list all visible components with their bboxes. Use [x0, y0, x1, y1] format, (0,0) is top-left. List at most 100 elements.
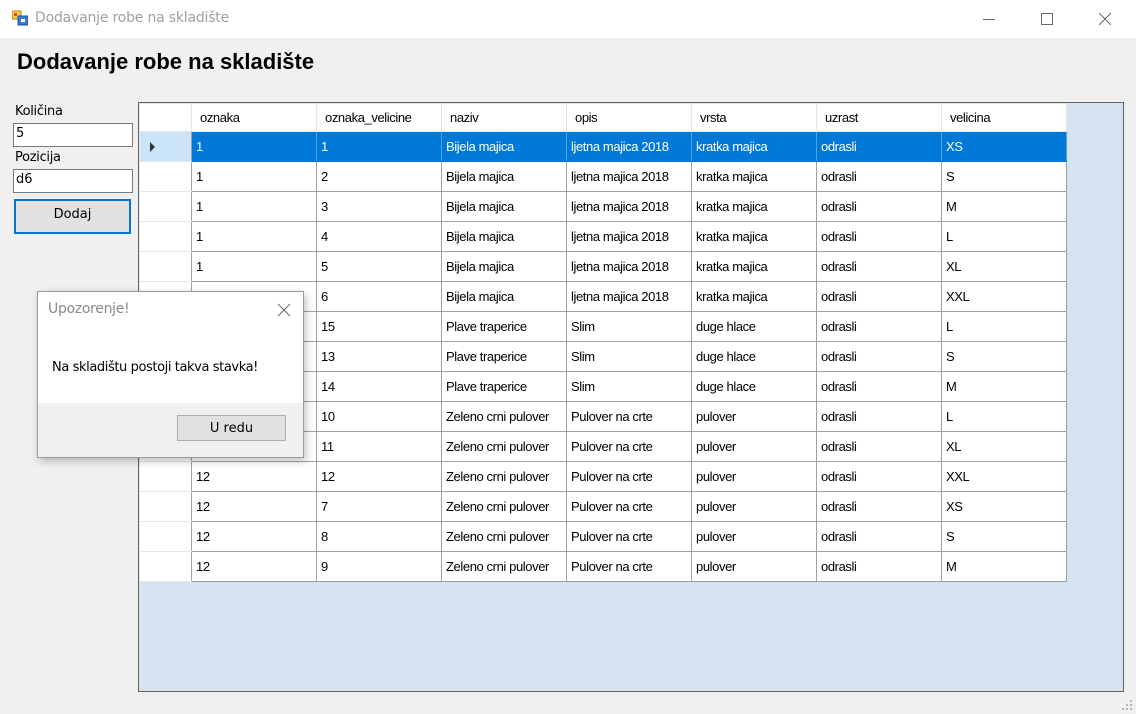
- cell-naziv[interactable]: Bijela majica: [441, 251, 567, 282]
- cell-velicina[interactable]: M: [941, 191, 1067, 222]
- cell-vrsta[interactable]: kratka majica: [691, 221, 817, 252]
- cell-vrsta[interactable]: duge hlace: [691, 371, 817, 402]
- cell-opis[interactable]: ljetna majica 2018: [566, 161, 692, 192]
- cell-velicina[interactable]: XL: [941, 251, 1067, 282]
- table-row[interactable]: 12 9 Zeleno crni pulover Pulover na crte pul…: [139, 551, 1067, 582]
- cell-naziv[interactable]: Bijela majica: [441, 191, 567, 222]
- cell-velicina[interactable]: XL: [941, 431, 1067, 462]
- cell-naziv[interactable]: Plave traperice: [441, 311, 567, 342]
- cell-vrsta[interactable]: pulover: [691, 401, 817, 432]
- cell-uzrast[interactable]: odrasli: [816, 551, 942, 582]
- cell-uzrast[interactable]: odrasli: [816, 401, 942, 432]
- resize-grip-icon[interactable]: [1122, 700, 1132, 710]
- cell-oznaka-velicine[interactable]: 11: [316, 431, 442, 462]
- table-row[interactable]: 1 5 Bijela majica ljetna majica 2018 kratka …: [139, 251, 1067, 282]
- cell-velicina[interactable]: M: [941, 371, 1067, 402]
- cell-uzrast[interactable]: odrasli: [816, 191, 942, 222]
- close-icon[interactable]: [277, 303, 291, 317]
- cell-opis[interactable]: Slim: [566, 371, 692, 402]
- cell-uzrast[interactable]: odrasli: [816, 161, 942, 192]
- cell-uzrast[interactable]: odrasli: [816, 281, 942, 312]
- cell-vrsta[interactable]: pulover: [691, 521, 817, 552]
- cell-velicina[interactable]: M: [941, 551, 1067, 582]
- cell-oznaka-velicine[interactable]: 1: [316, 131, 442, 162]
- cell-naziv[interactable]: Bijela majica: [441, 161, 567, 192]
- cell-opis[interactable]: Slim: [566, 341, 692, 372]
- cell-oznaka[interactable]: 1: [191, 131, 317, 162]
- cell-oznaka[interactable]: 1: [191, 191, 317, 222]
- cell-opis[interactable]: ljetna majica 2018: [566, 131, 692, 162]
- cell-naziv[interactable]: Zeleno crni pulover: [441, 431, 567, 462]
- table-row[interactable]: 1 2 Bijela majica ljetna majica 2018 kratka …: [139, 161, 1067, 192]
- cell-vrsta[interactable]: kratka majica: [691, 161, 817, 192]
- cell-opis[interactable]: ljetna majica 2018: [566, 281, 692, 312]
- cell-oznaka[interactable]: 12: [191, 521, 317, 552]
- row-header[interactable]: [139, 551, 192, 582]
- cell-naziv[interactable]: Bijela majica: [441, 131, 567, 162]
- table-row[interactable]: 1 1 Bijela majica ljetna majica 2018 kratka …: [139, 131, 1067, 162]
- cell-vrsta[interactable]: kratka majica: [691, 131, 817, 162]
- ok-button[interactable]: U redu: [177, 415, 286, 441]
- cell-velicina[interactable]: XXL: [941, 281, 1067, 312]
- minimize-button[interactable]: [966, 0, 1012, 38]
- cell-opis[interactable]: Pulover na crte: [566, 431, 692, 462]
- column-header-velicina[interactable]: velicina: [941, 103, 1067, 132]
- cell-velicina[interactable]: S: [941, 341, 1067, 372]
- row-header[interactable]: [139, 221, 192, 252]
- maximize-button[interactable]: [1024, 0, 1070, 38]
- cell-uzrast[interactable]: odrasli: [816, 521, 942, 552]
- cell-uzrast[interactable]: odrasli: [816, 311, 942, 342]
- cell-oznaka-velicine[interactable]: 8: [316, 521, 442, 552]
- cell-velicina[interactable]: S: [941, 161, 1067, 192]
- cell-opis[interactable]: Slim: [566, 311, 692, 342]
- cell-velicina[interactable]: S: [941, 521, 1067, 552]
- cell-vrsta[interactable]: pulover: [691, 551, 817, 582]
- pozicija-input[interactable]: d6: [13, 169, 133, 193]
- cell-vrsta[interactable]: kratka majica: [691, 251, 817, 282]
- cell-naziv[interactable]: Plave traperice: [441, 341, 567, 372]
- cell-oznaka-velicine[interactable]: 13: [316, 341, 442, 372]
- cell-vrsta[interactable]: pulover: [691, 461, 817, 492]
- cell-oznaka-velicine[interactable]: 10: [316, 401, 442, 432]
- cell-oznaka-velicine[interactable]: 3: [316, 191, 442, 222]
- cell-oznaka[interactable]: 12: [191, 491, 317, 522]
- row-header[interactable]: [139, 251, 192, 282]
- cell-velicina[interactable]: XS: [941, 131, 1067, 162]
- cell-oznaka-velicine[interactable]: 9: [316, 551, 442, 582]
- table-row[interactable]: 12 7 Zeleno crni pulover Pulover na crte pul…: [139, 491, 1067, 522]
- cell-uzrast[interactable]: odrasli: [816, 341, 942, 372]
- close-button[interactable]: [1082, 0, 1128, 38]
- cell-oznaka[interactable]: 12: [191, 551, 317, 582]
- cell-oznaka-velicine[interactable]: 5: [316, 251, 442, 282]
- cell-uzrast[interactable]: odrasli: [816, 431, 942, 462]
- table-row[interactable]: 1 3 Bijela majica ljetna majica 2018 kratka …: [139, 191, 1067, 222]
- cell-naziv[interactable]: Bijela majica: [441, 281, 567, 312]
- cell-opis[interactable]: ljetna majica 2018: [566, 191, 692, 222]
- column-header-vrsta[interactable]: vrsta: [691, 103, 817, 132]
- cell-oznaka-velicine[interactable]: 14: [316, 371, 442, 402]
- cell-velicina[interactable]: XXL: [941, 461, 1067, 492]
- cell-naziv[interactable]: Zeleno crni pulover: [441, 491, 567, 522]
- column-header-oznaka[interactable]: oznaka: [191, 103, 317, 132]
- cell-naziv[interactable]: Zeleno crni pulover: [441, 521, 567, 552]
- cell-opis[interactable]: ljetna majica 2018: [566, 221, 692, 252]
- cell-opis[interactable]: Pulover na crte: [566, 461, 692, 492]
- cell-oznaka-velicine[interactable]: 15: [316, 311, 442, 342]
- column-header-naziv[interactable]: naziv: [441, 103, 567, 132]
- row-header[interactable]: [139, 461, 192, 492]
- cell-oznaka-velicine[interactable]: 4: [316, 221, 442, 252]
- cell-vrsta[interactable]: duge hlace: [691, 311, 817, 342]
- cell-uzrast[interactable]: odrasli: [816, 371, 942, 402]
- cell-oznaka-velicine[interactable]: 6: [316, 281, 442, 312]
- row-header[interactable]: [139, 161, 192, 192]
- table-row[interactable]: 12 12 Zeleno crni pulover Pulover na crte pu…: [139, 461, 1067, 492]
- cell-opis[interactable]: ljetna majica 2018: [566, 251, 692, 282]
- cell-oznaka[interactable]: 1: [191, 251, 317, 282]
- cell-uzrast[interactable]: odrasli: [816, 461, 942, 492]
- cell-velicina[interactable]: L: [941, 221, 1067, 252]
- row-header[interactable]: [139, 131, 192, 162]
- cell-naziv[interactable]: Bijela majica: [441, 221, 567, 252]
- cell-oznaka[interactable]: 12: [191, 461, 317, 492]
- cell-oznaka[interactable]: 1: [191, 221, 317, 252]
- column-header-uzrast[interactable]: uzrast: [816, 103, 942, 132]
